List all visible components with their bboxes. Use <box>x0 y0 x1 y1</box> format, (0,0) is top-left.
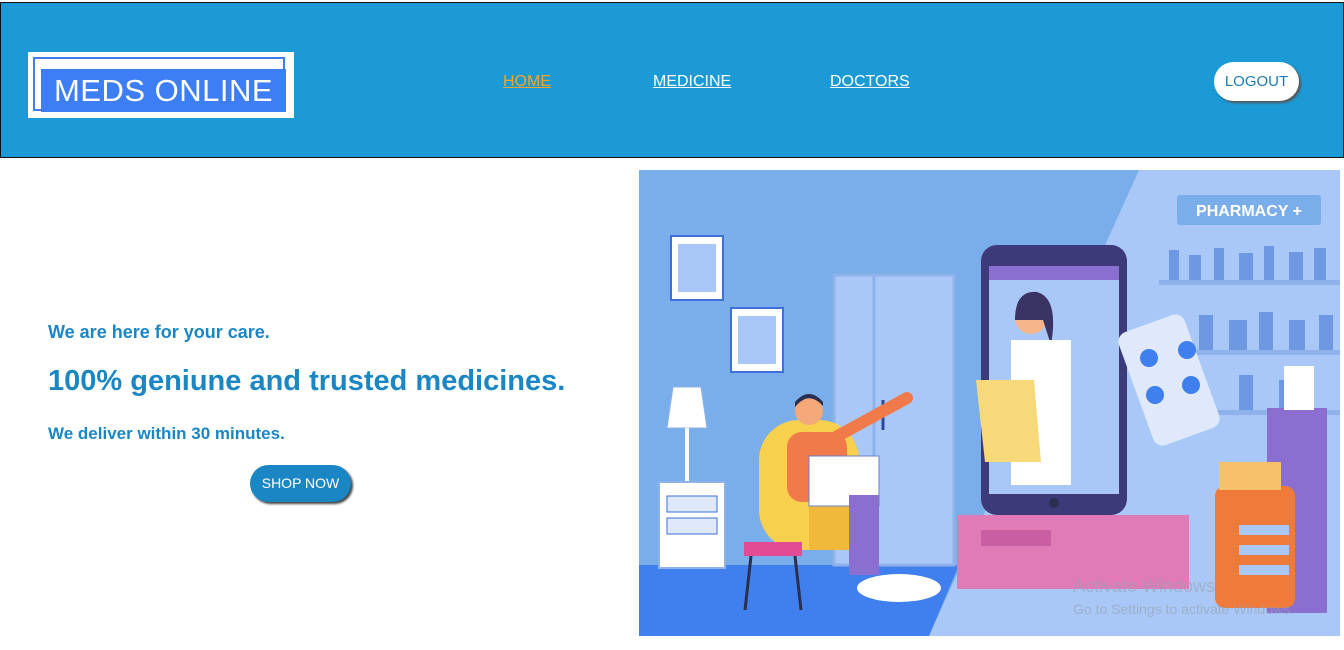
nav-medicine-link[interactable]: MEDICINE <box>653 73 731 91</box>
foot-bath <box>857 574 941 602</box>
small-table <box>744 542 802 556</box>
nav-home-link[interactable]: HOME <box>503 73 551 91</box>
logo-text: MEDS ONLINE <box>53 73 274 108</box>
shop-now-button[interactable]: SHOP NOW <box>250 465 351 502</box>
hero-delivery-text: We deliver within 30 minutes. <box>48 424 285 443</box>
lamp-shade <box>666 386 708 429</box>
hero-tagline: We are here for your care. <box>48 322 270 342</box>
pharmacy-illustration: PHARMACY + <box>639 170 1340 636</box>
navbar: MEDS ONLINE HOME MEDICINE DOCTORS LOGOUT <box>0 2 1344 158</box>
hero-headline: 100% geniune and trusted medicines. <box>48 365 566 397</box>
windows-watermark-subtitle: Go to Settings to activate Windows. <box>1073 601 1294 617</box>
windows-watermark-title: Activate Windows <box>1073 576 1216 596</box>
pharmacy-sign-text: PHARMACY + <box>1196 203 1302 220</box>
logout-button[interactable]: LOGOUT <box>1214 62 1299 101</box>
shopping-bag <box>976 380 1041 462</box>
nav-doctors-link[interactable]: DOCTORS <box>830 73 910 91</box>
pharmacy-illustration-svg: PHARMACY + <box>639 170 1340 636</box>
logo[interactable]: MEDS ONLINE <box>28 52 294 118</box>
